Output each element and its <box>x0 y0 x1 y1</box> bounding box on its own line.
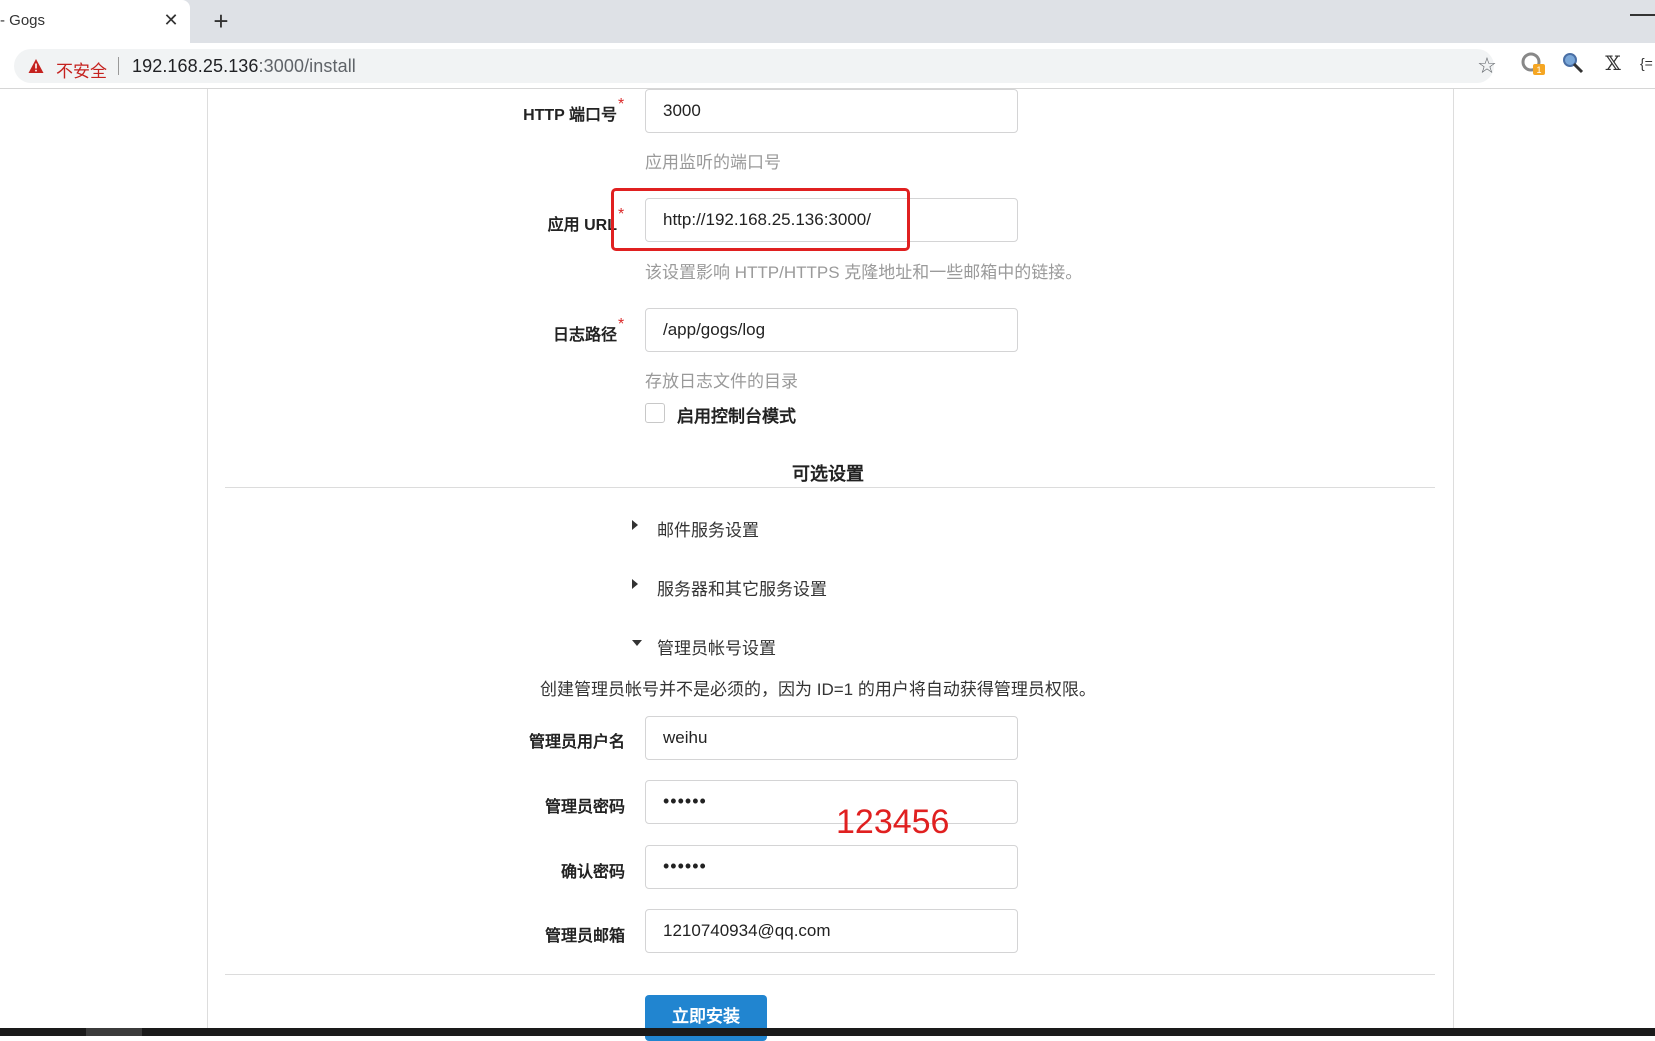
optional-settings-title: 可选设置 <box>792 464 864 484</box>
url-separator <box>118 57 119 75</box>
admin-password-input[interactable]: •••••• <box>645 780 1018 824</box>
log-path-label: 日志路径 <box>552 327 617 344</box>
extension-badge-icon[interactable]: 1 <box>1520 50 1546 76</box>
browser-toolbar: 不安全 192.168.25.136:3000/install ☆ <box>0 43 1655 89</box>
caret-down-icon[interactable] <box>632 640 642 646</box>
confirm-password-label: 确认密码 <box>560 864 625 881</box>
url-text[interactable]: 192.168.25.136:3000/install <box>132 56 356 77</box>
taskbar <box>0 1028 1655 1036</box>
caret-right-icon[interactable] <box>632 579 638 589</box>
star-icon[interactable]: ☆ <box>1474 53 1500 79</box>
admin-username-input[interactable]: weihu <box>645 716 1018 760</box>
tab-strip: - Gogs ✕ + <box>0 0 1655 43</box>
annotation-highlight-box <box>611 188 910 251</box>
http-port-label: HTTP 端口号 <box>523 107 617 124</box>
tab-title: - Gogs <box>0 12 46 29</box>
admin-password-label: 管理员密码 <box>544 799 625 816</box>
section-divider <box>225 487 1435 488</box>
admin-email-label: 管理员邮箱 <box>544 928 625 945</box>
new-tab-button[interactable]: + <box>206 6 236 36</box>
extension-x-icon[interactable]: 𝕏 <box>1600 50 1626 76</box>
warning-icon[interactable] <box>28 58 44 74</box>
admin-username-label: 管理员用户名 <box>528 734 625 751</box>
admin-note: 创建管理员帐号并不是必须的，因为 ID=1 的用户将自动获得管理员权限。 <box>540 680 1096 699</box>
annotation-password-hint: 123456 <box>836 803 950 841</box>
required-mark: * <box>618 316 625 333</box>
form-bottom-divider <box>225 974 1435 975</box>
http-port-input[interactable]: 3000 <box>645 89 1018 133</box>
console-mode-checkbox[interactable] <box>645 403 665 423</box>
email-settings-toggle[interactable]: 邮件服务设置 <box>657 516 759 541</box>
http-port-help: 应用监听的端口号 <box>645 153 781 172</box>
minimize-icon[interactable] <box>1630 14 1655 16</box>
required-mark: * <box>618 96 625 113</box>
console-mode-label[interactable]: 启用控制台模式 <box>677 402 796 427</box>
server-settings-toggle[interactable]: 服务器和其它服务设置 <box>657 575 827 600</box>
admin-settings-toggle[interactable]: 管理员帐号设置 <box>657 634 776 659</box>
insecure-label[interactable]: 不安全 <box>56 57 107 82</box>
url-path: :3000/install <box>258 56 356 76</box>
extension-partial-icon[interactable]: {= <box>1640 50 1655 76</box>
extension-search-icon[interactable] <box>1560 50 1586 76</box>
close-icon[interactable]: ✕ <box>160 9 182 31</box>
app-url-label: 应用 URL <box>547 217 617 234</box>
app-url-help: 该设置影响 HTTP/HTTPS 克隆地址和一些邮箱中的链接。 <box>645 263 1083 282</box>
taskbar-item[interactable] <box>86 1028 142 1036</box>
confirm-password-input[interactable]: •••••• <box>645 845 1018 889</box>
admin-email-input[interactable]: 1210740934@qq.com <box>645 909 1018 953</box>
browser-tab[interactable]: - Gogs ✕ <box>0 0 190 43</box>
log-path-input[interactable]: /app/gogs/log <box>645 308 1018 352</box>
svg-text:1: 1 <box>1536 65 1541 75</box>
url-host: 192.168.25.136 <box>132 56 259 76</box>
address-bar[interactable]: 不安全 192.168.25.136:3000/install ☆ <box>14 49 1497 83</box>
caret-right-icon[interactable] <box>632 520 638 530</box>
log-path-help: 存放日志文件的目录 <box>645 372 798 391</box>
